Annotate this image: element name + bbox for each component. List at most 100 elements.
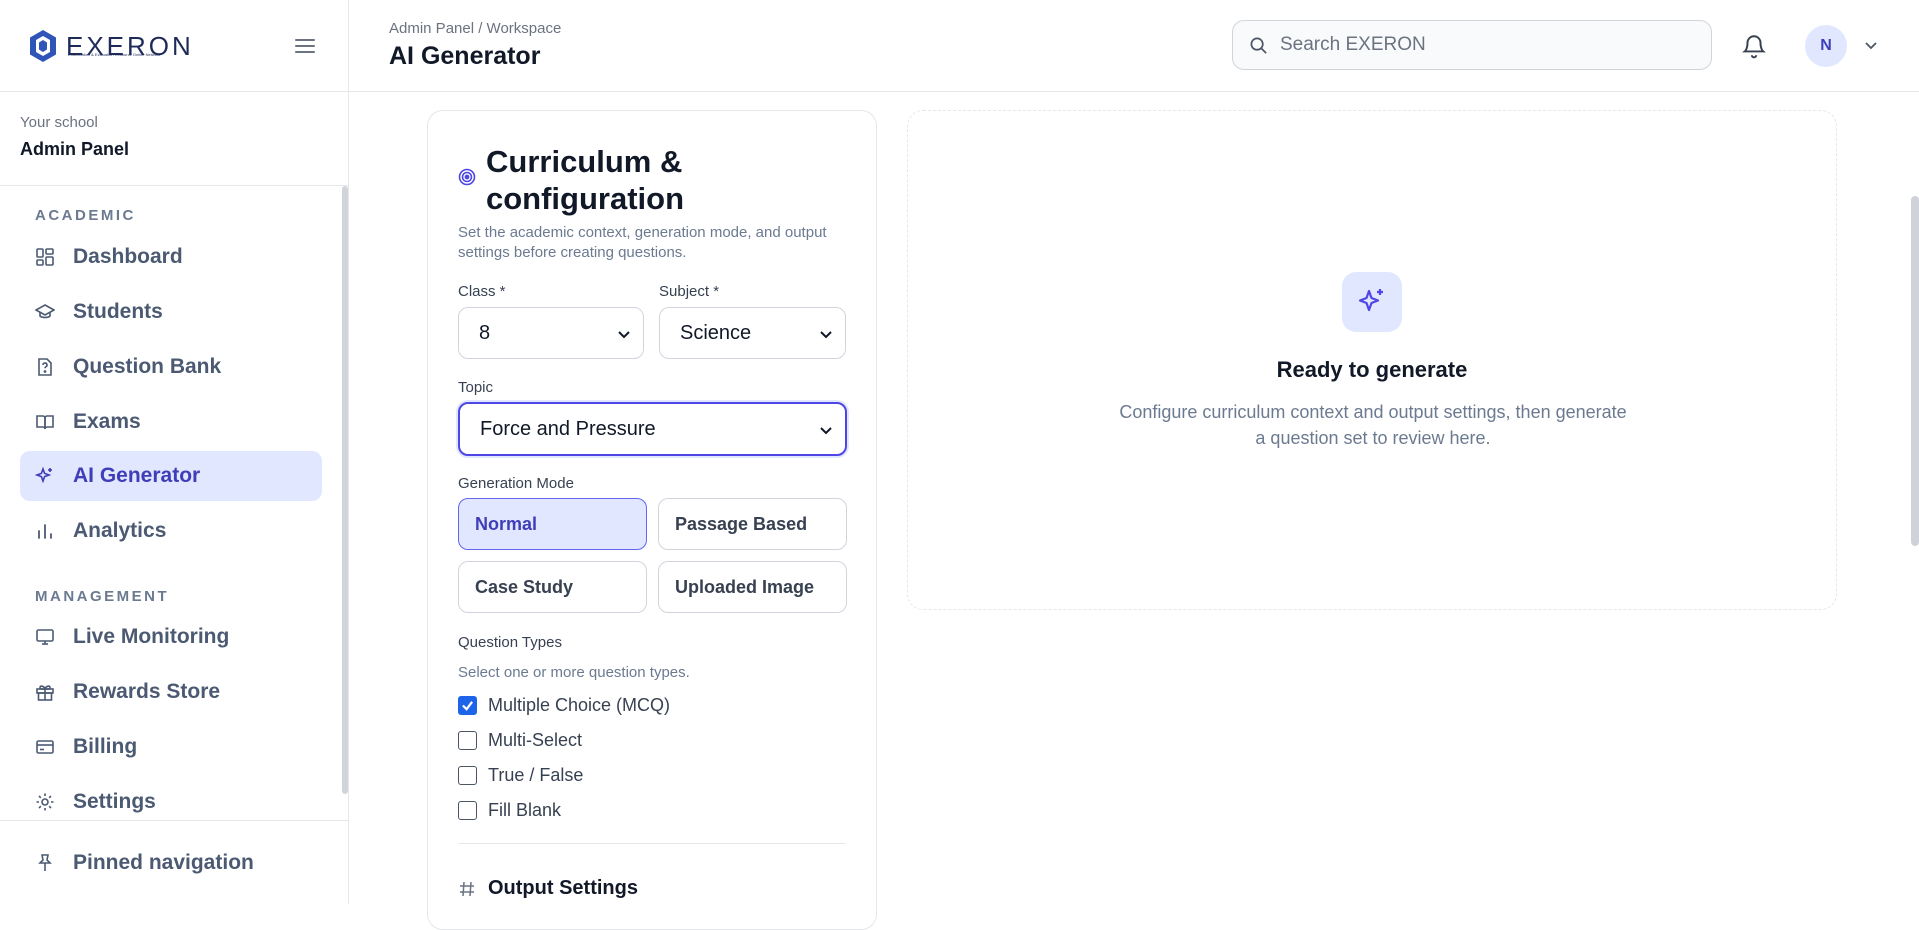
mode-passage-based-button[interactable]: Passage Based — [658, 498, 847, 550]
school-name: Admin Panel — [20, 139, 130, 159]
divider — [458, 843, 846, 844]
search-input[interactable] — [1280, 34, 1680, 56]
output-settings-heading: Output Settings — [458, 877, 638, 900]
credit-card-icon — [36, 740, 54, 754]
sidebar-item-dashboard[interactable]: Dashboard — [20, 232, 322, 282]
sidebar-item-label: AI Generator — [73, 464, 201, 487]
page-scrollbar[interactable] — [1911, 196, 1919, 546]
sidebar-nav: ACADEMIC Dashboard Students Question Ban… — [0, 186, 349, 820]
gift-icon — [36, 685, 54, 701]
sidebar-item-students[interactable]: Students — [20, 287, 322, 337]
subject-value: Science — [680, 321, 752, 344]
book-open-icon — [36, 415, 54, 430]
ready-title: Ready to generate — [1276, 357, 1468, 382]
sidebar-item-label: Exams — [73, 410, 141, 433]
gear-icon — [36, 793, 54, 811]
sidebar-item-label: Billing — [73, 735, 138, 758]
topic-value: Force and Pressure — [480, 417, 656, 440]
question-types-hint: Select one or more question types. — [458, 664, 690, 681]
pin-icon — [38, 854, 52, 871]
sidebar-item-live-monitoring[interactable]: Live Monitoring — [20, 612, 322, 662]
sidebar-item-label: Students — [73, 300, 163, 323]
chevron-down-icon[interactable] — [1863, 37, 1879, 53]
class-label: Class * — [458, 283, 506, 300]
check-icon — [462, 701, 474, 711]
sparkles-icon — [35, 466, 52, 484]
avatar[interactable]: N — [1805, 25, 1847, 67]
qtype-label: Multi-Select — [488, 730, 583, 750]
breadcrumb[interactable]: Admin Panel / Workspace — [389, 20, 561, 37]
exeron-logo-icon — [30, 29, 56, 62]
curriculum-config-card: Curriculum & configuration Set the acade… — [427, 110, 877, 930]
pinned-navigation[interactable]: Pinned navigation — [0, 820, 349, 904]
sidebar-item-label: Live Monitoring — [73, 625, 230, 648]
menu-toggle-icon[interactable] — [294, 35, 316, 57]
topic-select[interactable]: Force and Pressure — [458, 402, 847, 456]
search-icon — [1250, 37, 1267, 54]
dashboard-icon — [36, 248, 54, 266]
graduation-cap-icon — [35, 304, 55, 319]
mode-uploaded-image-button[interactable]: Uploaded Image — [658, 561, 847, 613]
sidebar-item-exams[interactable]: Exams — [20, 397, 322, 447]
output-settings-label: Output Settings — [488, 877, 638, 899]
qtype-label: Fill Blank — [488, 800, 562, 820]
sidebar: EXERON Examination & Evaluation Resource… — [0, 0, 349, 904]
sidebar-scrollbar[interactable] — [342, 186, 348, 794]
sidebar-item-rewards-store[interactable]: Rewards Store — [20, 667, 322, 717]
qtype-multi-select-checkbox[interactable]: Multi-Select — [458, 730, 582, 751]
qtype-label: Multiple Choice (MCQ) — [488, 695, 671, 715]
section-management: MANAGEMENT — [35, 588, 170, 605]
sidebar-item-label: Settings — [73, 790, 156, 813]
page-title: AI Generator — [389, 42, 541, 70]
topic-label: Topic — [458, 379, 494, 396]
logo-row: EXERON Examination & Evaluation Resource… — [0, 0, 348, 92]
hash-icon — [460, 881, 474, 896]
chevron-down-icon — [820, 331, 832, 339]
checkbox-unchecked[interactable] — [458, 801, 477, 820]
card-title: Curriculum & configuration — [486, 144, 685, 216]
preview-panel: Ready to generate Configure curriculum c… — [907, 110, 1837, 610]
mode-case-study-button[interactable]: Case Study — [458, 561, 647, 613]
ready-description: Configure curriculum context and output … — [1119, 402, 1627, 448]
section-academic: ACADEMIC — [35, 207, 136, 224]
top-header: Admin Panel / Workspace AI Generator N — [349, 0, 1919, 92]
school-label: Your school — [20, 114, 98, 131]
sidebar-item-question-bank[interactable]: Question Bank — [20, 342, 322, 392]
sidebar-item-settings[interactable]: Settings — [20, 777, 322, 820]
target-icon — [458, 168, 476, 186]
sparkles-icon — [1358, 289, 1383, 312]
subject-select[interactable]: Science — [659, 307, 846, 359]
sidebar-item-billing[interactable]: Billing — [20, 722, 322, 772]
ready-icon-badge — [1342, 272, 1402, 332]
card-description: Set the academic context, generation mod… — [458, 224, 827, 261]
question-types-label: Question Types — [458, 634, 562, 651]
school-switcher[interactable]: Your school Admin Panel — [0, 92, 348, 186]
qtype-mcq-checkbox[interactable]: Multiple Choice (MCQ) — [458, 695, 670, 716]
brand-tagline: Examination & Evaluation Resource Online… — [68, 52, 161, 57]
checkbox-unchecked[interactable] — [458, 766, 477, 785]
pinned-navigation-item[interactable]: Pinned navigation — [20, 838, 322, 888]
bar-chart-icon — [38, 524, 52, 539]
mode-normal-button[interactable]: Normal — [458, 498, 647, 550]
pinned-navigation-label: Pinned navigation — [73, 851, 254, 874]
class-select[interactable]: 8 — [458, 307, 644, 359]
notification-bell-icon[interactable] — [1741, 33, 1767, 59]
sidebar-item-label: Question Bank — [73, 355, 222, 378]
search-bar[interactable] — [1232, 20, 1712, 70]
chevron-down-icon — [618, 331, 630, 339]
sidebar-item-analytics[interactable]: Analytics — [20, 506, 322, 556]
qtype-fill-blank-checkbox[interactable]: Fill Blank — [458, 800, 561, 821]
qtype-true-false-checkbox[interactable]: True / False — [458, 765, 583, 786]
sidebar-item-label: Rewards Store — [73, 680, 221, 703]
subject-label: Subject * — [659, 283, 720, 300]
sidebar-item-label: Dashboard — [73, 245, 183, 268]
sidebar-item-ai-generator[interactable]: AI Generator — [20, 451, 322, 501]
monitor-icon — [36, 629, 54, 645]
class-value: 8 — [479, 321, 491, 344]
chevron-down-icon — [820, 427, 832, 435]
checkbox-unchecked[interactable] — [458, 731, 477, 750]
checkbox-checked[interactable] — [458, 696, 477, 715]
generation-mode-label: Generation Mode — [458, 475, 574, 492]
sidebar-item-label: Analytics — [73, 519, 167, 542]
question-file-icon — [38, 358, 52, 376]
